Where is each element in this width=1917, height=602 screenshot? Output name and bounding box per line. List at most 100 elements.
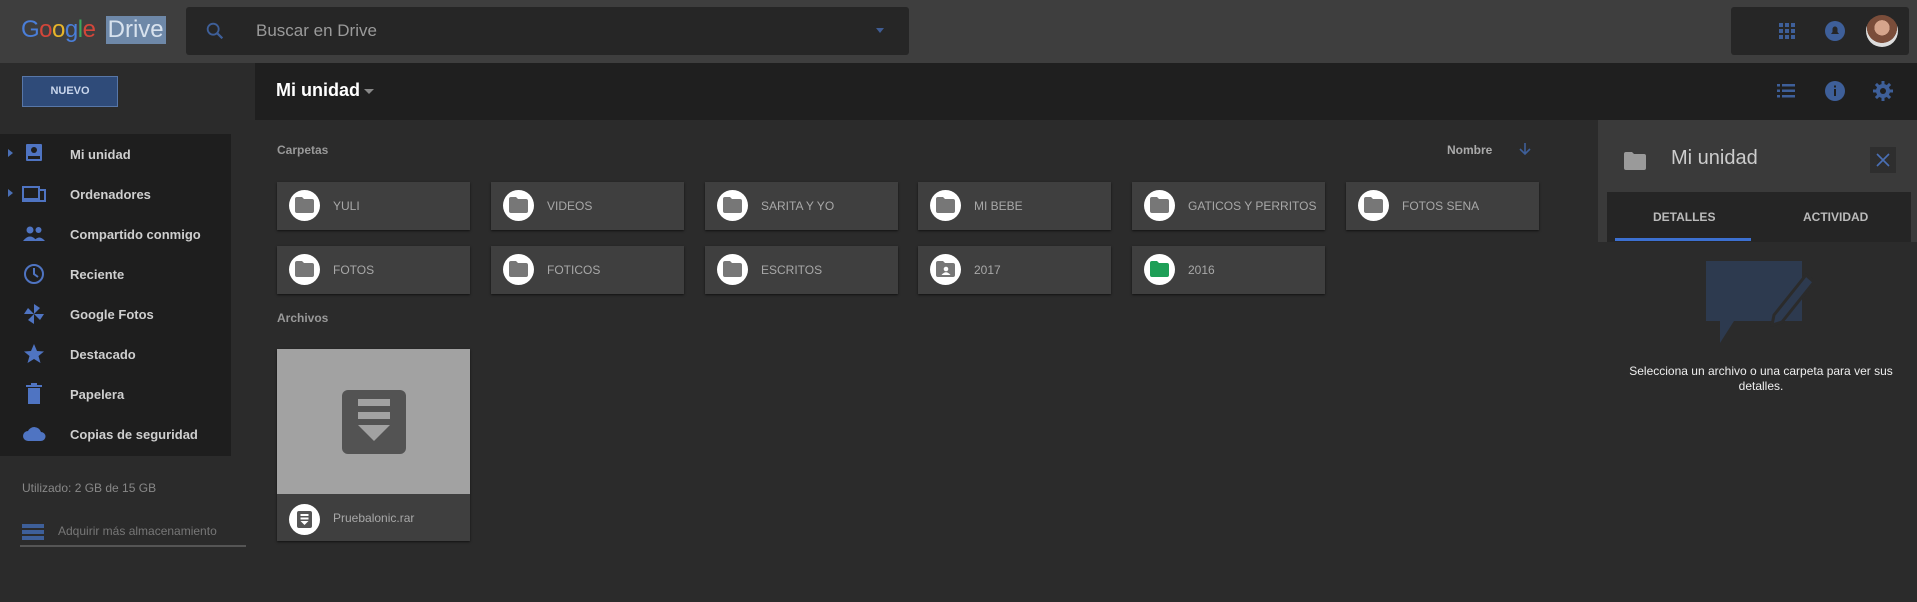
sidebar-item-ordenadores[interactable]: Ordenadores (0, 174, 231, 214)
folder-card[interactable]: FOTICOS (491, 246, 684, 294)
search-options-icon[interactable] (876, 28, 884, 33)
folder-icon (503, 254, 534, 285)
expand-arrow-icon[interactable] (8, 149, 13, 157)
archive-icon (289, 504, 320, 535)
folder-card[interactable]: YULI (277, 182, 470, 230)
star-icon (24, 344, 44, 363)
buy-storage-label: Adquirir más almacenamiento (58, 524, 217, 538)
sidebar-item-label: Google Fotos (70, 307, 154, 322)
active-tab-indicator (1615, 238, 1751, 241)
folder-card[interactable]: GATICOS Y PERRITOS (1132, 182, 1325, 230)
avatar[interactable] (1866, 15, 1898, 47)
buy-storage-link[interactable]: Adquirir más almacenamiento (20, 521, 246, 547)
folder-card[interactable]: 2017 (918, 246, 1111, 294)
folder-card[interactable]: FOTOS (277, 246, 470, 294)
drive-icon (26, 144, 42, 161)
sidebar-item-label: Destacado (70, 347, 136, 362)
sidebar-item-label: Reciente (70, 267, 125, 282)
folder-icon (289, 190, 320, 221)
details-illustration-icon (1706, 261, 1814, 343)
main-toolbar: Mi unidad (255, 63, 1917, 120)
folder-name: GATICOS Y PERRITOS (1188, 199, 1317, 213)
folder-icon (717, 190, 748, 221)
sort-by-name[interactable]: Nombre (1447, 143, 1492, 157)
logo-drive-text: Drive (105, 16, 166, 44)
folder-name: SARITA Y YO (761, 199, 835, 213)
close-icon (1876, 153, 1890, 167)
sidebar-item-compartido[interactable]: Compartido conmigo (0, 214, 231, 254)
folder-card[interactable]: MI BEBE (918, 182, 1111, 230)
tab-actividad[interactable]: ACTIVIDAD (1803, 210, 1868, 224)
tab-detalles[interactable]: DETALLES (1653, 210, 1715, 224)
search-icon[interactable] (204, 20, 226, 42)
sidebar-item-label: Copias de seguridad (70, 427, 198, 442)
sort-direction-icon[interactable] (1518, 141, 1532, 157)
logo-google-text: Google (21, 16, 96, 43)
account-area (1731, 7, 1909, 55)
folder-icon (1624, 152, 1646, 170)
file-card[interactable]: Pruebalonic.rar (277, 349, 470, 541)
folder-card[interactable]: ESCRITOS (705, 246, 898, 294)
sidebar-item-reciente[interactable]: Reciente (0, 254, 231, 294)
folder-icon (717, 254, 748, 285)
chevron-down-icon[interactable] (364, 89, 374, 94)
list-view-icon[interactable] (1777, 83, 1795, 99)
sidebar-item-google-fotos[interactable]: Google Fotos (0, 294, 231, 334)
folder-name: FOTOS SENA (1402, 199, 1480, 213)
folder-icon (1358, 190, 1389, 221)
pinwheel-icon (24, 304, 44, 324)
settings-gear-icon[interactable] (1872, 80, 1894, 102)
folder-icon (1144, 190, 1175, 221)
sidebar-item-mi-unidad[interactable]: Mi unidad (0, 134, 231, 174)
file-name: Pruebalonic.rar (333, 511, 415, 525)
folders-section-label: Carpetas (277, 143, 329, 157)
storage-icon (22, 524, 44, 540)
sidebar-item-label: Papelera (70, 387, 125, 402)
folder-card[interactable]: FOTOS SENA (1346, 182, 1539, 230)
folder-name: 2017 (974, 263, 1001, 277)
folder-name: FOTICOS (547, 263, 601, 277)
folder-icon (289, 254, 320, 285)
folder-name: MI BEBE (974, 199, 1023, 213)
folder-icon (930, 190, 961, 221)
cloud-icon (23, 427, 46, 441)
folder-card[interactable]: 2016 (1132, 246, 1325, 294)
page-title[interactable]: Mi unidad (276, 80, 360, 101)
close-button[interactable] (1870, 147, 1896, 173)
details-title: Mi unidad (1671, 147, 1758, 169)
shared-folder-icon (930, 254, 961, 285)
new-button[interactable]: NUEVO (22, 76, 118, 107)
notifications-icon[interactable] (1824, 20, 1846, 42)
files-section-label: Archivos (277, 311, 329, 325)
computers-icon (22, 186, 46, 202)
folder-name: FOTOS (333, 263, 375, 277)
sidebar-item-copias[interactable]: Copias de seguridad (0, 414, 231, 454)
clock-icon (24, 264, 44, 284)
sidebar-item-destacado[interactable]: Destacado (0, 334, 231, 374)
folder-card[interactable]: VIDEOS (491, 182, 684, 230)
sidebar-item-papelera[interactable]: Papelera (0, 374, 231, 414)
details-empty-message: Selecciona un archivo o una carpeta para… (1629, 364, 1893, 393)
folder-card[interactable]: SARITA Y YO (705, 182, 898, 230)
folder-name: ESCRITOS (761, 263, 823, 277)
sidebar: Mi unidad Ordenadores Compartido conmigo… (0, 134, 231, 456)
search-input[interactable] (256, 17, 816, 45)
folder-name: YULI (333, 199, 360, 213)
trash-icon (26, 383, 42, 404)
folder-name: 2016 (1188, 263, 1215, 277)
sidebar-item-label: Compartido conmigo (70, 227, 201, 242)
archive-preview-icon (342, 390, 406, 454)
info-icon[interactable] (1824, 80, 1846, 102)
google-drive-logo[interactable]: Google Drive (21, 16, 166, 46)
people-icon (23, 226, 45, 241)
top-bar: Google Drive (0, 0, 1917, 63)
search-bar[interactable] (186, 7, 909, 55)
storage-usage: Utilizado: 2 GB de 15 GB (22, 481, 157, 495)
folder-green-icon (1144, 254, 1175, 285)
sidebar-item-label: Ordenadores (70, 187, 151, 202)
expand-arrow-icon[interactable] (8, 189, 13, 197)
folder-name: VIDEOS (547, 199, 593, 213)
folder-icon (503, 190, 534, 221)
apps-grid-icon[interactable] (1778, 22, 1796, 40)
file-thumbnail (277, 349, 470, 494)
